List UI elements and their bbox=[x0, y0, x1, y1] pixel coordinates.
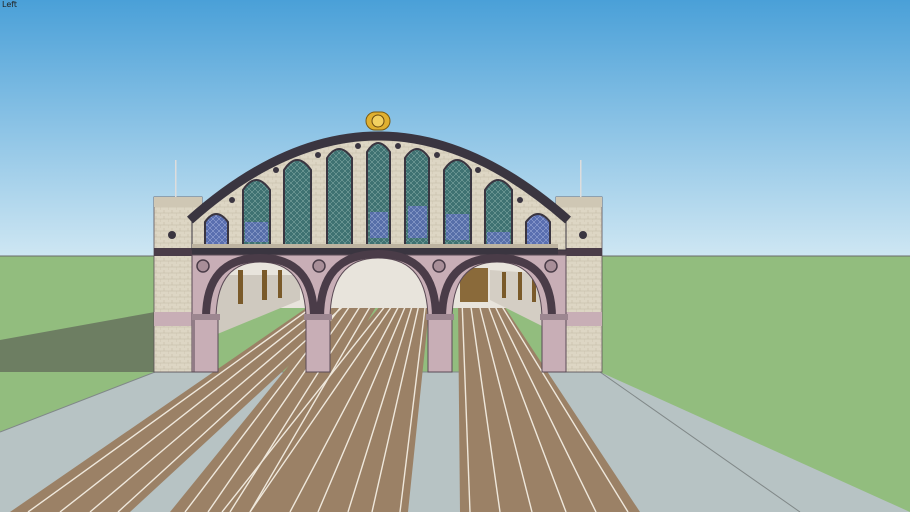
view-label: Left bbox=[2, 0, 18, 9]
scene-render bbox=[0, 0, 910, 512]
clock-icon bbox=[365, 111, 391, 131]
3d-viewport[interactable] bbox=[0, 0, 910, 512]
